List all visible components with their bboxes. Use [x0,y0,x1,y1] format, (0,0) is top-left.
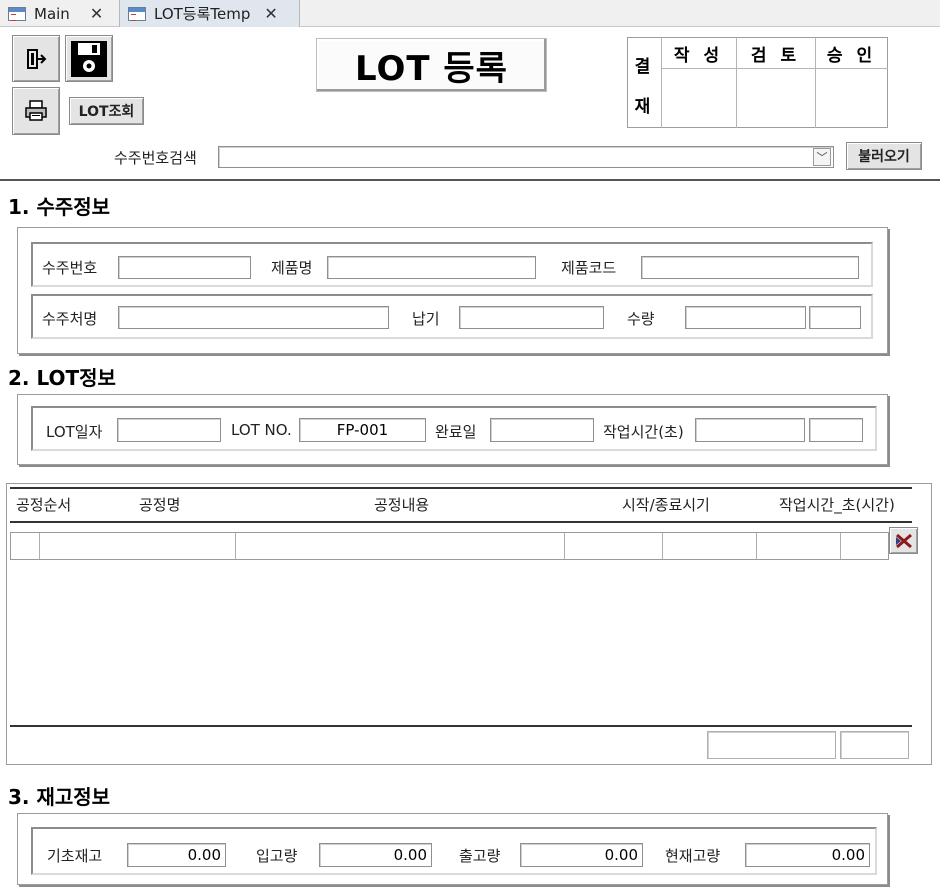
load-button[interactable]: 불러오기 [846,142,922,170]
done-date-field[interactable] [490,418,594,442]
divider [661,69,662,128]
divider [815,69,816,128]
divider [736,69,737,128]
worktime-sec-cell[interactable] [757,533,841,559]
due-label: 납기 [412,310,440,328]
order-no-field[interactable] [118,256,251,279]
out-qty-field[interactable]: 0.00 [520,843,643,867]
approval-col-review: 검 토 [750,45,801,66]
total-field-2[interactable] [840,731,909,759]
section-order-title: 1. 수주정보 [8,195,111,219]
page-title: LOT 등록 [316,38,547,92]
save-button[interactable] [65,35,113,82]
tab-lot-register[interactable]: LOT등록Temp ✕ [119,0,300,27]
delete-x-icon [895,533,912,548]
total-field[interactable] [707,731,836,759]
col-header-worktime: 작업시간_초(시간) [779,496,895,514]
order-no-label: 수주번호 [42,259,98,277]
lot-date-label: LOT일자 [46,423,103,441]
due-field[interactable] [459,306,604,329]
close-icon[interactable]: ✕ [90,4,103,23]
product-code-field[interactable] [641,256,859,279]
col-header-process-content: 공정내용 [374,496,430,514]
approval-col-approve: 승 인 [826,45,877,66]
start-time-cell[interactable] [565,533,663,559]
divider [10,487,912,489]
lot-lookup-label: LOT조회 [78,104,135,120]
customer-label: 수주처명 [42,310,98,328]
col-header-seq: 공정순서 [16,496,72,514]
printer-icon [25,100,47,121]
in-qty-field[interactable]: 0.00 [319,843,432,867]
out-qty-label: 출고량 [459,847,501,865]
product-name-field[interactable] [327,256,536,279]
section-stock-title: 3. 재고정보 [8,785,111,809]
close-icon[interactable]: ✕ [264,4,277,23]
current-stock-field[interactable]: 0.00 [745,843,870,867]
tab-lot-register-label: LOT등록Temp [154,5,251,23]
base-stock-label: 기초재고 [47,847,103,865]
customer-field[interactable] [118,306,389,329]
lot-no-label: LOT NO. [231,421,292,439]
qty-label: 수량 [627,310,655,328]
floppy-disk-icon [71,40,107,77]
approval-side-label-1: 결 [634,56,655,77]
form-icon [128,6,146,21]
exit-button[interactable] [12,35,60,82]
divider [10,725,912,727]
form-icon [8,6,26,21]
section-lot-title: 2. LOT정보 [8,366,116,390]
approval-col-author: 작 성 [673,45,724,66]
worktime-field[interactable] [695,418,805,442]
qty-field[interactable] [685,306,806,329]
tab-main[interactable]: Main ✕ [0,0,118,27]
process-subform [6,483,932,765]
qty-unit-field[interactable] [809,306,861,329]
col-header-process-name: 공정명 [139,496,181,514]
divider [10,521,912,523]
exit-door-icon [27,48,47,69]
header-divider [0,179,940,181]
current-stock-label: 현재고량 [665,847,721,865]
process-name-cell[interactable] [40,533,236,559]
col-header-start-end: 시작/종료시기 [622,496,710,514]
approval-side-label-2: 재 [634,96,655,117]
worktime-label: 작업시간(초) [603,423,684,441]
order-search-combo[interactable] [218,146,834,168]
product-name-label: 제품명 [271,259,313,277]
process-content-cell[interactable] [236,533,565,559]
record-selector[interactable] [11,533,40,559]
search-label: 수주번호검색 [114,149,197,167]
worktime-field-2[interactable] [809,418,863,442]
lot-lookup-button[interactable]: LOT조회 [69,97,144,125]
base-stock-field[interactable]: 0.00 [127,843,226,867]
print-button[interactable] [12,87,60,135]
done-date-label: 완료일 [435,423,477,441]
lot-date-field[interactable] [117,418,221,442]
tab-main-label: Main [34,4,70,23]
product-code-label: 제품코드 [561,259,617,277]
lot-no-field[interactable]: FP-001 [299,418,426,442]
chevron-down-icon[interactable]: ﹀ [813,148,831,166]
in-qty-label: 입고량 [256,847,298,865]
delete-row-button[interactable] [889,527,918,554]
worktime-hour-cell[interactable] [841,533,888,559]
load-button-label: 불러오기 [858,149,910,165]
end-time-cell[interactable] [663,533,757,559]
table-row[interactable] [10,532,889,560]
